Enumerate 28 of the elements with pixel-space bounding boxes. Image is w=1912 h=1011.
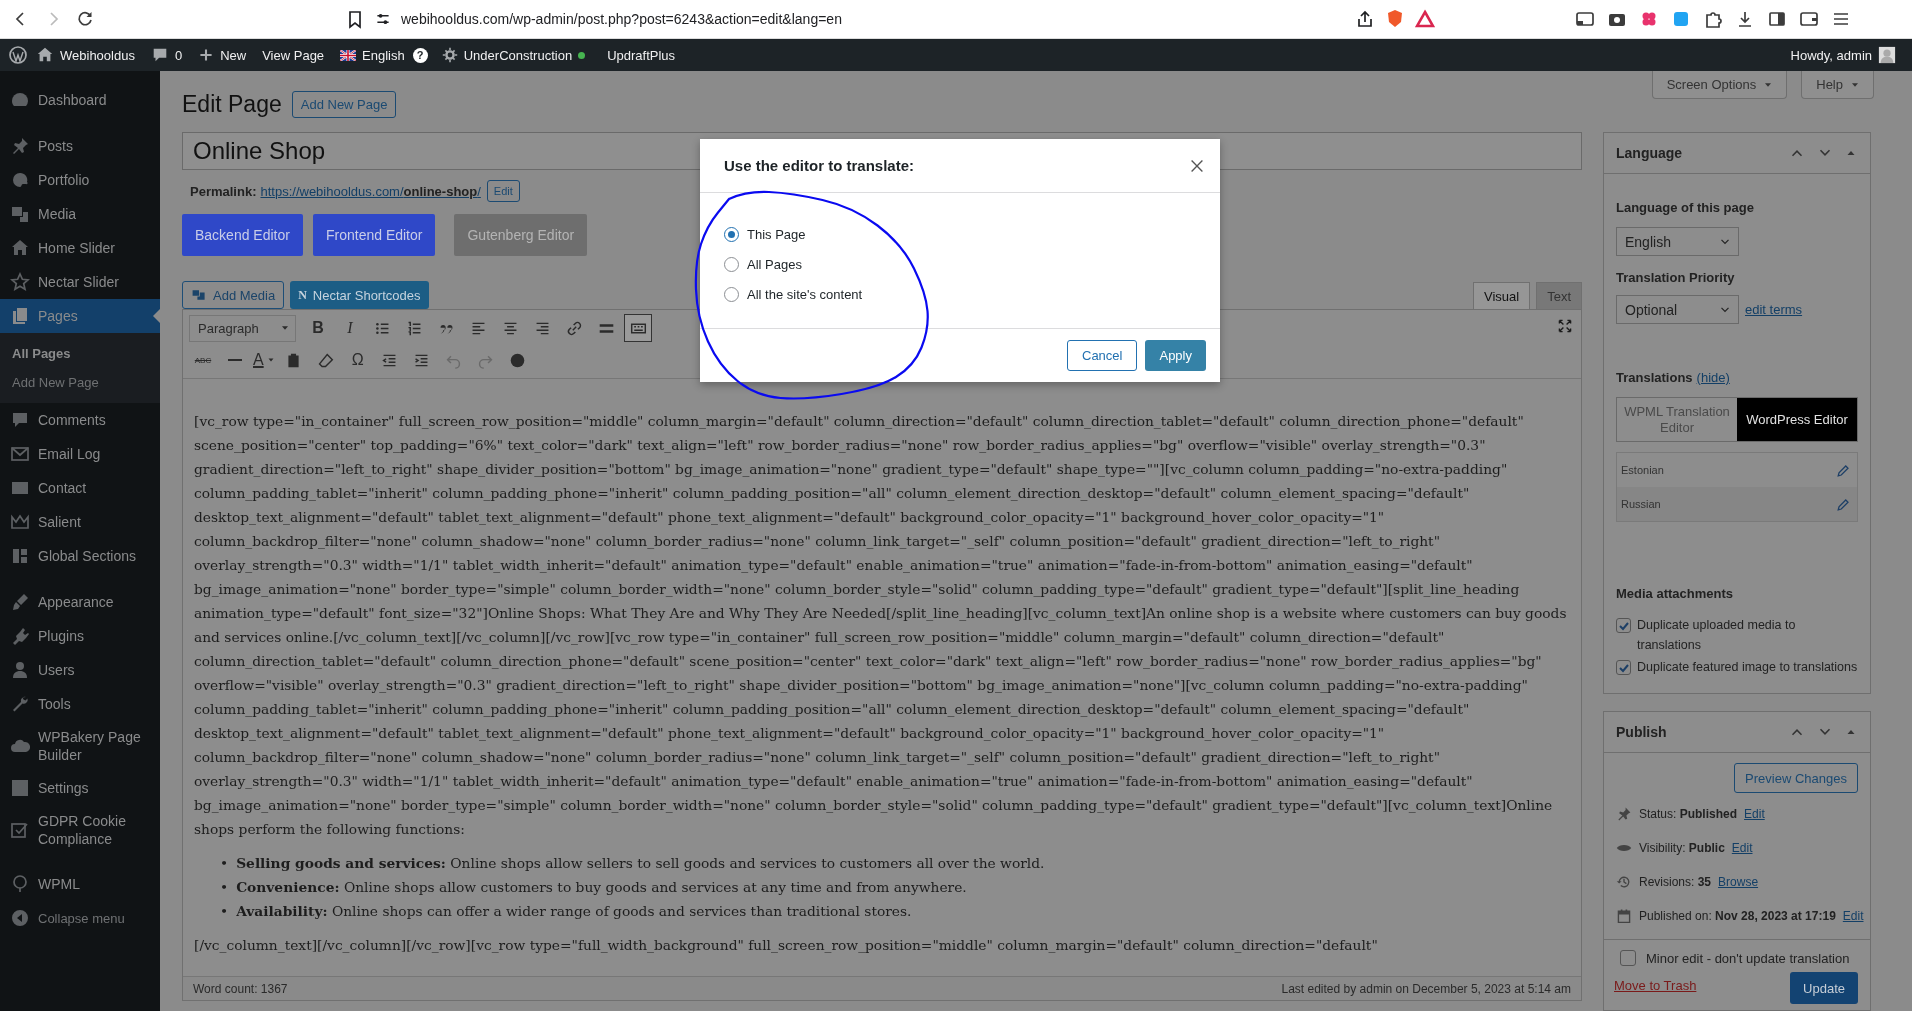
- field-label: Translations: [1616, 370, 1693, 385]
- checkbox-label: Duplicate uploaded media to translations: [1637, 617, 1797, 654]
- language-name: Russian: [1621, 498, 1661, 510]
- word-count: Word count: 1367: [193, 981, 288, 996]
- field-label: Language of this page: [1616, 200, 1755, 215]
- field-label: Media attachments: [1616, 586, 1735, 601]
- list-bullet: •: [220, 902, 229, 921]
- publish-info: Revisions: 35: [1639, 875, 1712, 889]
- box-title: Language: [1616, 145, 1684, 161]
- permalink-label: Permalink:: [190, 183, 257, 199]
- content-paragraph: [vc_row type="in_container" full_screen_row_position="middle" column_margin="default" column_direction="default" column_direction_tablet="default" column_direction_phone="default" scene_position="center" top_padding="6%" text_color="dark" text_align="left" row_border_radius="none" row_border_radius_applies="bg" overflow="visible" overlay_strength="0.3" gradient_direction="left_to_right" shape_divider_position="bottom" bg_image_animation="none" gradient_type="default" shape_type=""][vc_column column_padding="no-extra-padding" column_padding_tablet="inherit" column_padding_phone="inherit" column_padding_position="all" column_element_direction_desktop="default" column_element_spacing="default" desktop_text_alignment="default" tablet_text_alignment="default" phone_text_alignment="default" background_color_opacity="1" background_hover_color_opacity="1" column_backdrop_filter="none" column_shadow="none" column_border_radius="none" column_link_target="_self" column_position="default" gradient_direction="left_to_right" overlay_strength="0.3" width="1/1" tablet_width_inherit="default" animation_type="default" enable_animation="true" animation="fade-in-from-bottom" animation_easing="default" bg_image_animation="none" border_type="simple" column_border_width="none" column_border_style="solid" column_padding_type="default" gradient_type="default"][split_line_heading animation_type="default" font_size="32"]Online Shops: What They Are and Why They Are Needed[/split_line_heading][vc_column_text]An online shop is a website where customers can buy goods and services online.[/vc_column_text][/vc_column][/vc_row][vc_row type="in_container" full_screen_row_position="middle" column_margin="default" column_direction="default" column_direction_tablet="default" column_direction_phone="default" scene_position="center" text_color="dark" text_align="left" row_border_radius="none" row_border_radius_applies="bg" overflow="visible" overlay_strength="0.3" gradient_direction="left_to_right" shape_divider_position="bottom" bg_image_animation="none"][vc_column column_padding="no-extra-padding" column_padding_tablet="inherit" column_padding_phone="inherit" column_padding_position="all" column_element_direction_desktop="default" column_element_spacing="default" desktop_text_alignment="default" tablet_text_alignment="default" phone_text_alignment="default" background_color_opacity="1" background_hover_color_opacity="1" column_backdrop_filter="none" column_shadow="none" column_border_radius="none" column_link_target="_self" column_position="default" gradient_direction="left_to_right" overlay_strength="0.3" width="1/1" tablet_width_inherit="default" animation_type="default" enable_animation="true" animation="fade-in-from-bottom" animation_easing="default" bg_image_animation="none" border_type="simple" column_border_width="none" column_border_style="solid" column_padding_type="default" gradient_type="default"][vc_column_text]Online shops perform the following functions:: [194, 412, 1568, 839]
- last-edited-text: Last edited by admin on December 5, 2023 at 5:14 am: [1281, 981, 1571, 996]
- page-title: Edit Page: [182, 91, 282, 118]
- checkbox-label: Minor edit - don't update translation: [1646, 950, 1850, 966]
- checkbox-label: Duplicate featured image to translations: [1637, 659, 1858, 676]
- dialog-title: Use the editor to translate:: [724, 157, 915, 174]
- content-list-item: Convenience: Online shops allow customers to buy goods and services at any time and from anywhere.: [236, 878, 967, 897]
- list-bullet: •: [220, 854, 229, 873]
- language-name: Estonian: [1621, 464, 1664, 476]
- content-paragraph: [/vc_column_text][/vc_column][/vc_row][vc_row type="full_width_background" full_screen_row_position="middle" column_margin="default" column_direction="default": [194, 936, 1379, 955]
- publish-info: Status: Published: [1639, 807, 1738, 821]
- publish-info: Published on: Nov 28, 2023 at 17:19: [1639, 909, 1836, 923]
- field-label: Translation Priority: [1616, 270, 1736, 285]
- box-title: Publish: [1616, 724, 1668, 740]
- list-bullet: •: [220, 878, 229, 897]
- content-list-item: Availability: Online shops can offer a wider range of goods and services than traditional stores.: [236, 902, 912, 921]
- content-list-item: Selling goods and services: Online shops allow sellers to sell goods and services to customers all over the world.: [236, 854, 1045, 873]
- publish-info: Visibility: Public: [1639, 841, 1725, 855]
